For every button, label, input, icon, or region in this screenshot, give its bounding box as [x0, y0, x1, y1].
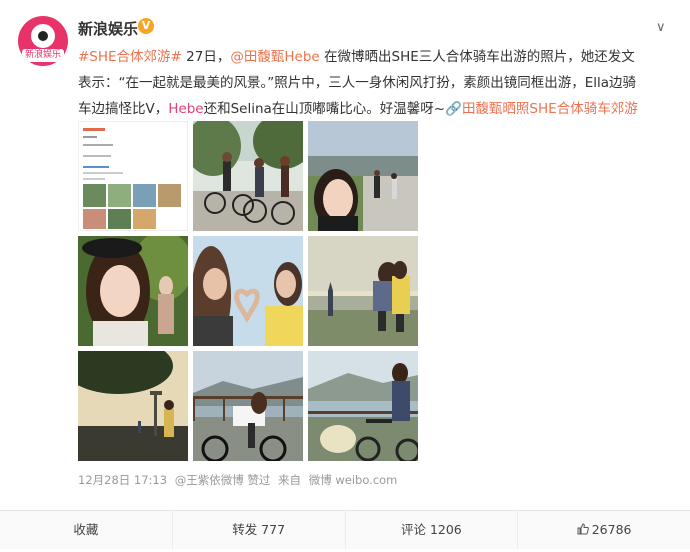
post-text: #SHE合体郊游# 27日，@田馥甄Hebe 在微博晒出SHE三人合体骑车出游的… — [78, 44, 648, 122]
link-icon: 🔗 — [445, 101, 462, 117]
hashtag-link[interactable]: #SHE合体郊游# — [78, 49, 182, 65]
post-body-part2: 还和Selina在山顶嘟嘴比心。好温馨呀~ — [203, 101, 446, 117]
photo-selfie-cycling-view[interactable] — [308, 121, 418, 231]
source-link[interactable]: 微博 weibo.com — [309, 473, 398, 487]
like-button[interactable]: 26786 — [518, 511, 690, 549]
post-meta: 12月28日 17:13 @王紫依微博 赞过 来自 微博 weibo.com — [78, 472, 401, 488]
source-prefix: 来自 — [278, 473, 302, 487]
photo-grid — [78, 121, 418, 461]
mention-text: @田馥甄Hebe — [230, 49, 320, 65]
avatar-tag: 新浪娱乐 — [22, 49, 64, 62]
photo-hug-city-sunset[interactable] — [308, 236, 418, 346]
comment-label: 评论 1206 — [400, 522, 462, 537]
mention-link[interactable]: @田馥甄Hebe — [230, 49, 319, 65]
chevron-down-icon[interactable]: ∨ — [656, 20, 666, 35]
article-link[interactable]: 🔗田馥甄晒照SHE合体骑车郊游 — [445, 101, 638, 117]
avatar-pupil-shape — [38, 31, 48, 41]
comment-button[interactable]: 评论 1206 — [346, 511, 519, 549]
photo-three-cyclists-road[interactable] — [193, 121, 303, 231]
action-bar: 收藏 转发 777 评论 1206 26786 — [0, 510, 690, 549]
weibo-post-card: 新浪娱乐 新浪娱乐 V ∨ #SHE合体郊游# 27日，@田馥甄Hebe 在微博… — [0, 0, 690, 552]
account-name[interactable]: 新浪娱乐 — [78, 18, 138, 39]
photo-cyclist-lake-view[interactable] — [308, 351, 418, 461]
post-date-text: 27日， — [181, 49, 231, 65]
article-link-text: 田馥甄晒照SHE合体骑车郊游 — [461, 101, 638, 117]
photo-tree-sunset-silhouette[interactable] — [78, 351, 188, 461]
thumbs-up-icon — [577, 523, 589, 535]
favorite-label: 收藏 — [73, 522, 99, 537]
favorite-button[interactable]: 收藏 — [0, 511, 173, 549]
photo-selfie-forest[interactable] — [78, 236, 188, 346]
hebe-name-highlight: Hebe — [168, 101, 204, 117]
post-timestamp[interactable]: 12月28日 17:13 — [78, 473, 167, 487]
photo-heart-hands-sky[interactable] — [193, 236, 303, 346]
liked-by-link[interactable]: @王紫依微博 赞过 — [175, 473, 271, 487]
like-count: 26786 — [591, 522, 632, 537]
account-avatar[interactable]: 新浪娱乐 — [18, 16, 68, 66]
verified-icon: V — [138, 18, 154, 34]
repost-label: 转发 777 — [232, 522, 286, 537]
photo-cyclist-railing-lake[interactable] — [193, 351, 303, 461]
photo-screenshot-collage[interactable] — [78, 121, 188, 231]
repost-button[interactable]: 转发 777 — [173, 511, 346, 549]
